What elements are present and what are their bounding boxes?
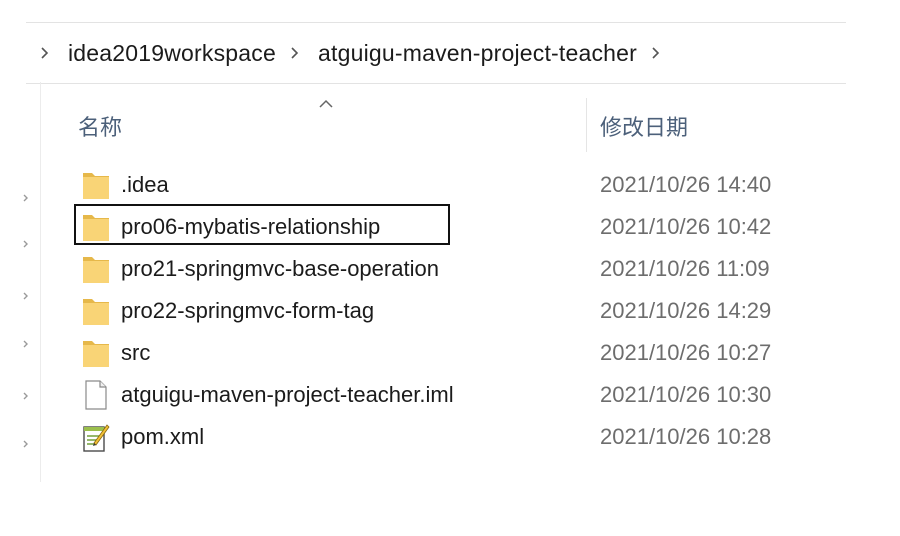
breadcrumb[interactable]: idea2019workspace atguigu-maven-project-…: [26, 22, 846, 84]
column-divider[interactable]: [586, 98, 587, 152]
list-item[interactable]: pro21-springmvc-base-operation 2021/10/2…: [0, 248, 900, 290]
column-header-date-modified[interactable]: 修改日期: [600, 98, 840, 154]
file-date: 2021/10/26 11:09: [600, 256, 770, 281]
file-name: atguigu-maven-project-teacher.iml: [121, 382, 454, 407]
file-name: pom.xml: [121, 424, 205, 449]
file-name: pro22-springmvc-form-tag: [121, 298, 375, 323]
chevron-right-icon[interactable]: [40, 43, 50, 63]
breadcrumb-item-workspace[interactable]: idea2019workspace: [68, 40, 276, 67]
file-date: 2021/10/26 14:29: [600, 298, 772, 323]
folder-icon: [82, 337, 110, 369]
file-icon: [82, 379, 110, 411]
folder-icon: [82, 253, 110, 285]
file-name: .idea: [121, 172, 169, 197]
file-date: 2021/10/26 10:27: [600, 340, 772, 365]
folder-icon: [82, 169, 110, 201]
folder-icon: [82, 295, 110, 327]
xml-file-icon: [82, 421, 110, 453]
file-date: 2021/10/26 10:30: [600, 382, 772, 407]
file-explorer-window: idea2019workspace atguigu-maven-project-…: [0, 0, 900, 536]
file-date: 2021/10/26 10:28: [600, 424, 772, 449]
highlight-box: [74, 204, 450, 245]
file-date: 2021/10/26 14:40: [600, 172, 772, 197]
chevron-right-icon[interactable]: [651, 43, 661, 63]
chevron-right-icon[interactable]: [290, 43, 300, 63]
file-name: src: [121, 340, 151, 365]
list-item[interactable]: pro22-springmvc-form-tag 2021/10/26 14:2…: [0, 290, 900, 332]
file-name: pro21-springmvc-base-operation: [121, 256, 439, 281]
file-date: 2021/10/26 10:42: [600, 214, 772, 239]
column-header-name[interactable]: 名称: [78, 98, 578, 154]
breadcrumb-item-project[interactable]: atguigu-maven-project-teacher: [318, 40, 637, 67]
list-item[interactable]: .idea 2021/10/26 14:40: [0, 164, 900, 206]
list-item[interactable]: src 2021/10/26 10:27: [0, 332, 900, 374]
list-item[interactable]: atguigu-maven-project-teacher.iml 2021/1…: [0, 374, 900, 416]
list-item[interactable]: pom.xml 2021/10/26 10:28: [0, 416, 900, 458]
